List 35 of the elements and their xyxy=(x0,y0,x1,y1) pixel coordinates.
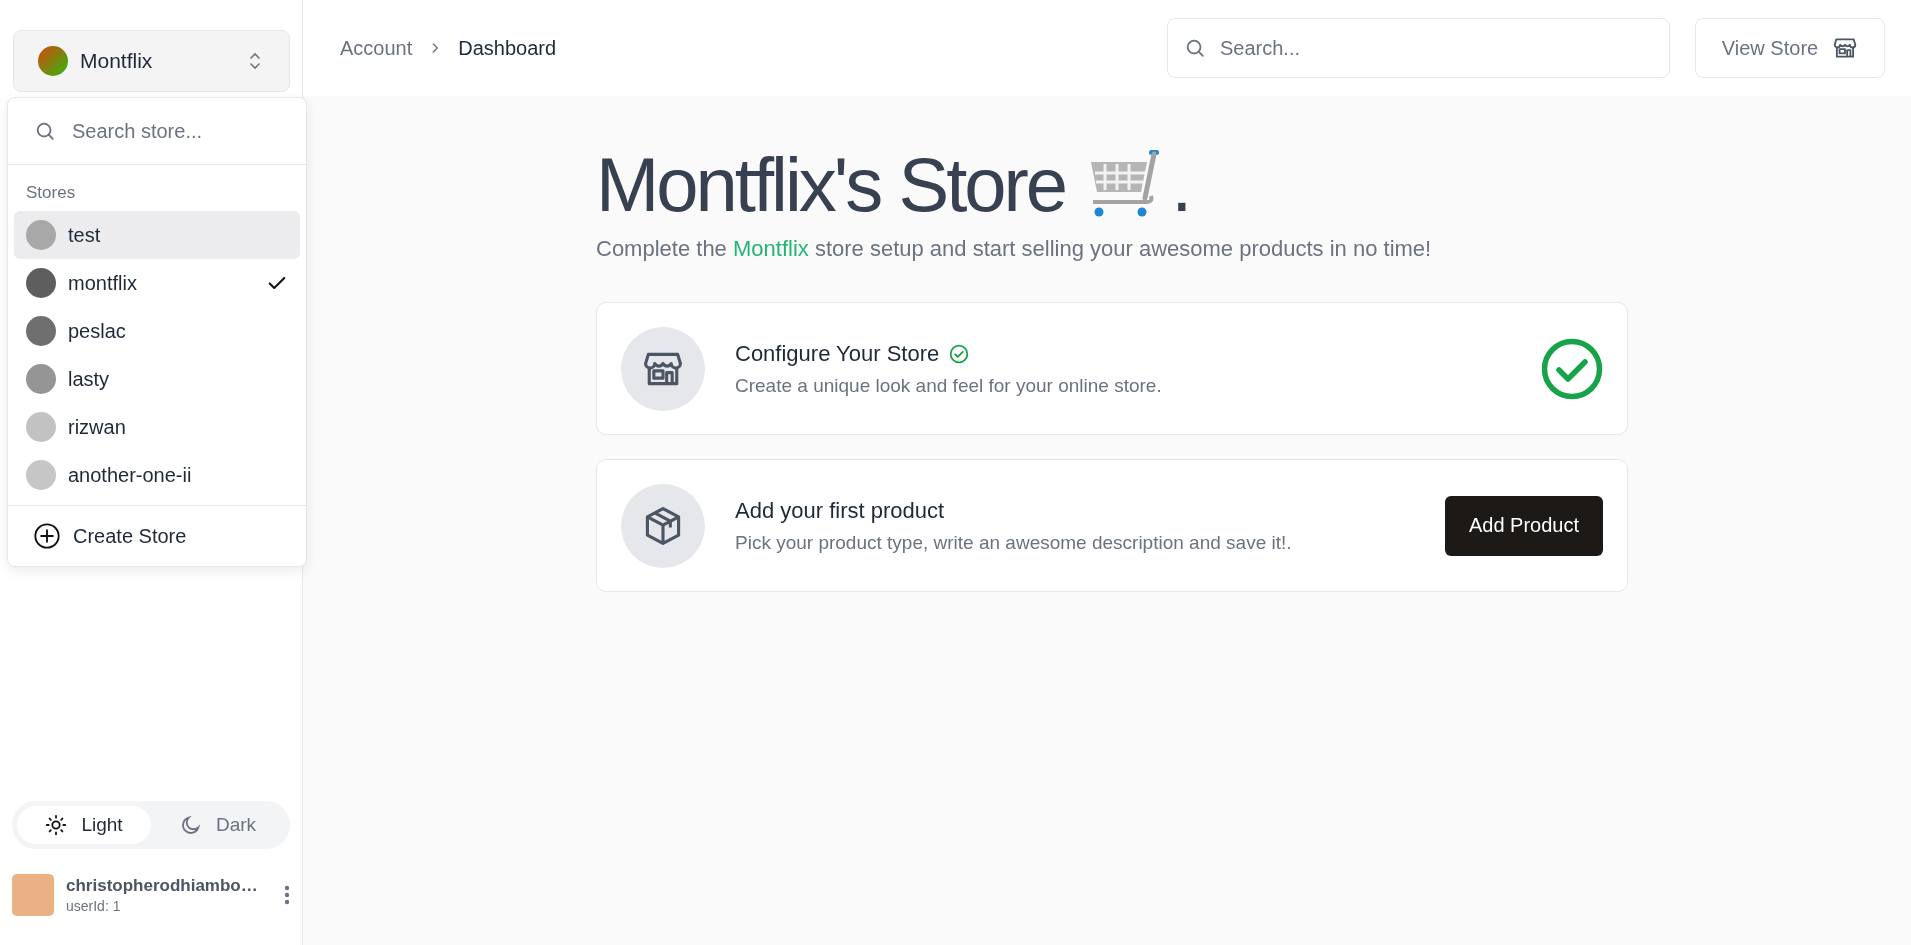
store-item[interactable]: peslac xyxy=(14,307,300,355)
user-avatar xyxy=(12,874,54,916)
page-subtitle: Complete the Montflix store setup and start selling your awesome products in no time! xyxy=(596,236,1433,262)
store-item[interactable]: lasty xyxy=(14,355,300,403)
store-logo xyxy=(38,46,68,76)
more-options-icon[interactable] xyxy=(284,884,290,906)
search-field[interactable]: Search... xyxy=(1167,18,1670,78)
store-item[interactable]: another-one-ii xyxy=(14,451,300,499)
create-store-button[interactable]: Create Store xyxy=(8,505,306,566)
step-description: Create a unique look and feel for your online store. xyxy=(735,374,1163,397)
store-item[interactable]: rizwan xyxy=(14,403,300,451)
title-period: . xyxy=(1171,140,1190,228)
breadcrumb-link[interactable]: Dashboard xyxy=(458,36,557,60)
theme-option[interactable]: Light xyxy=(17,806,151,844)
moon-icon xyxy=(179,814,202,836)
search-icon xyxy=(34,120,56,142)
shop-icon xyxy=(1832,35,1859,61)
store-switcher[interactable]: Montflix xyxy=(13,30,290,92)
store-item[interactable]: test xyxy=(14,211,300,259)
view-store-button[interactable]: View Store xyxy=(1695,18,1885,78)
step-description: Pick your product type, write an awesome description and save it!. xyxy=(735,531,1293,554)
plus-circle-icon xyxy=(33,522,61,550)
search-icon xyxy=(1184,37,1206,59)
store-item[interactable]: montflix xyxy=(14,259,300,307)
section-label: Stores xyxy=(25,182,77,204)
theme-option[interactable]: Dark xyxy=(151,806,285,844)
sun-icon xyxy=(45,814,68,836)
add-product-button[interactable]: Add Product xyxy=(1444,495,1603,556)
step-title: Configure Your Store xyxy=(735,340,940,367)
page-title: Montflix's Store xyxy=(596,140,1066,228)
user-id: userId: 1 xyxy=(66,898,122,914)
breadcrumb-link[interactable]: Account xyxy=(340,36,413,60)
user-name: christopherodhiambo… xyxy=(66,876,259,896)
step-title: Add your first product xyxy=(735,497,945,524)
chevron-updown-icon xyxy=(247,51,263,71)
